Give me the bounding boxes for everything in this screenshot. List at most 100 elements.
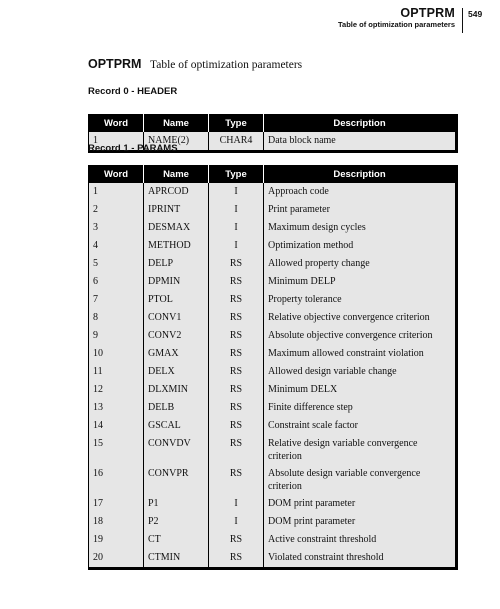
cell-name: APRCOD bbox=[143, 183, 209, 201]
table-row: 19 CT RS Active constraint threshold bbox=[88, 531, 457, 549]
cell-name: IPRINT bbox=[143, 201, 209, 219]
cell-word: 3 bbox=[88, 219, 144, 237]
cell-word: 19 bbox=[88, 531, 144, 549]
table-row: 11 DELX RS Allowed design variable change bbox=[88, 363, 457, 381]
cell-name: CONVPR bbox=[143, 465, 209, 495]
cell-name: GSCAL bbox=[143, 417, 209, 435]
cell-type: RS bbox=[208, 327, 264, 345]
cell-word: 15 bbox=[88, 435, 144, 465]
cell-description: Maximum allowed constraint violation bbox=[263, 345, 457, 363]
cell-description: Violated constraint threshold bbox=[263, 549, 457, 569]
cell-name: DESMAX bbox=[143, 219, 209, 237]
cell-word: 16 bbox=[88, 465, 144, 495]
column-header-type: Type bbox=[208, 165, 264, 183]
cell-type: I bbox=[208, 513, 264, 531]
table-row: 2 IPRINT I Print parameter bbox=[88, 201, 457, 219]
cell-name: P1 bbox=[143, 495, 209, 513]
cell-type: RS bbox=[208, 273, 264, 291]
cell-word: 20 bbox=[88, 549, 144, 569]
cell-name: PTOL bbox=[143, 291, 209, 309]
cell-word: 14 bbox=[88, 417, 144, 435]
cell-name: METHOD bbox=[143, 237, 209, 255]
record-1-heading: Record 1 - PARAMS bbox=[88, 143, 178, 154]
column-header-name: Name bbox=[143, 114, 209, 132]
cell-type: RS bbox=[208, 381, 264, 399]
cell-description: Finite difference step bbox=[263, 399, 457, 417]
cell-word: 10 bbox=[88, 345, 144, 363]
table-row: 1 APRCOD I Approach code bbox=[88, 183, 457, 201]
table-row: 9 CONV2 RS Absolute objective convergence c… bbox=[88, 327, 457, 345]
cell-type: I bbox=[208, 201, 264, 219]
cell-description: Minimum DELP bbox=[263, 273, 457, 291]
table-row: 10 GMAX RS Maximum allowed constraint viola… bbox=[88, 345, 457, 363]
cell-type: RS bbox=[208, 435, 264, 465]
cell-description: Allowed property change bbox=[263, 255, 457, 273]
cell-word: 12 bbox=[88, 381, 144, 399]
table-header-row: Word Name Type Description bbox=[88, 165, 457, 183]
cell-description: Relative design variable convergence cri… bbox=[263, 435, 457, 465]
cell-type: RS bbox=[208, 417, 264, 435]
cell-type: RS bbox=[208, 549, 264, 569]
table-row: 4 METHOD I Optimization method bbox=[88, 237, 457, 255]
cell-name: GMAX bbox=[143, 345, 209, 363]
record-0-heading: Record 0 - HEADER bbox=[88, 86, 178, 97]
table-row: 20 CTMIN RS Violated constraint threshold bbox=[88, 549, 457, 569]
cell-description: Relative objective convergence criterion bbox=[263, 309, 457, 327]
cell-name: CTMIN bbox=[143, 549, 209, 569]
column-header-name: Name bbox=[143, 165, 209, 183]
table-header-row: Word Name Type Description bbox=[88, 114, 457, 132]
cell-description: Constraint scale factor bbox=[263, 417, 457, 435]
cell-type: RS bbox=[208, 465, 264, 495]
table-row: 5 DELP RS Allowed property change bbox=[88, 255, 457, 273]
cell-name: CONV1 bbox=[143, 309, 209, 327]
cell-type: RS bbox=[208, 399, 264, 417]
cell-type: I bbox=[208, 183, 264, 201]
cell-description: Property tolerance bbox=[263, 291, 457, 309]
cell-word: 13 bbox=[88, 399, 144, 417]
cell-word: 9 bbox=[88, 327, 144, 345]
cell-type: RS bbox=[208, 345, 264, 363]
cell-description: Maximum design cycles bbox=[263, 219, 457, 237]
running-head-subtitle: Table of optimization parameters bbox=[338, 20, 455, 29]
table-row: 16 CONVPR RS Absolute design variable conve… bbox=[88, 465, 457, 495]
running-head: OPTPRM Table of optimization parameters bbox=[338, 6, 455, 30]
cell-name: DELX bbox=[143, 363, 209, 381]
cell-word: 17 bbox=[88, 495, 144, 513]
cell-word: 6 bbox=[88, 273, 144, 291]
table-row: 18 P2 I DOM print parameter bbox=[88, 513, 457, 531]
table-row: 14 GSCAL RS Constraint scale factor bbox=[88, 417, 457, 435]
running-head-divider bbox=[462, 8, 463, 33]
cell-word: 8 bbox=[88, 309, 144, 327]
running-head-title: OPTPRM bbox=[400, 6, 455, 20]
cell-name: DELB bbox=[143, 399, 209, 417]
cell-type: I bbox=[208, 219, 264, 237]
table-row: 3 DESMAX I Maximum design cycles bbox=[88, 219, 457, 237]
page-number: 549 bbox=[468, 9, 483, 19]
column-header-description: Description bbox=[263, 165, 457, 183]
cell-word: 1 bbox=[88, 183, 144, 201]
cell-word: 4 bbox=[88, 237, 144, 255]
cell-type: RS bbox=[208, 531, 264, 549]
cell-description: Absolute design variable convergence cri… bbox=[263, 465, 457, 495]
cell-name: CONVDV bbox=[143, 435, 209, 465]
cell-word: 11 bbox=[88, 363, 144, 381]
cell-type: RS bbox=[208, 291, 264, 309]
cell-description: Approach code bbox=[263, 183, 457, 201]
cell-name: DPMIN bbox=[143, 273, 209, 291]
cell-type: I bbox=[208, 237, 264, 255]
cell-type: RS bbox=[208, 255, 264, 273]
cell-name: DLXMIN bbox=[143, 381, 209, 399]
title-description: Table of optimization parameters bbox=[150, 59, 303, 71]
table-row: 6 DPMIN RS Minimum DELP bbox=[88, 273, 457, 291]
cell-name: P2 bbox=[143, 513, 209, 531]
column-header-type: Type bbox=[208, 114, 264, 132]
column-header-word: Word bbox=[88, 114, 144, 132]
cell-description: DOM print parameter bbox=[263, 495, 457, 513]
cell-description: Optimization method bbox=[263, 237, 457, 255]
cell-type: CHAR4 bbox=[208, 132, 264, 152]
cell-description: Absolute objective convergence criterion bbox=[263, 327, 457, 345]
cell-description: Minimum DELX bbox=[263, 381, 457, 399]
cell-type: RS bbox=[208, 309, 264, 327]
table-row: 13 DELB RS Finite difference step bbox=[88, 399, 457, 417]
table-row: 17 P1 I DOM print parameter bbox=[88, 495, 457, 513]
